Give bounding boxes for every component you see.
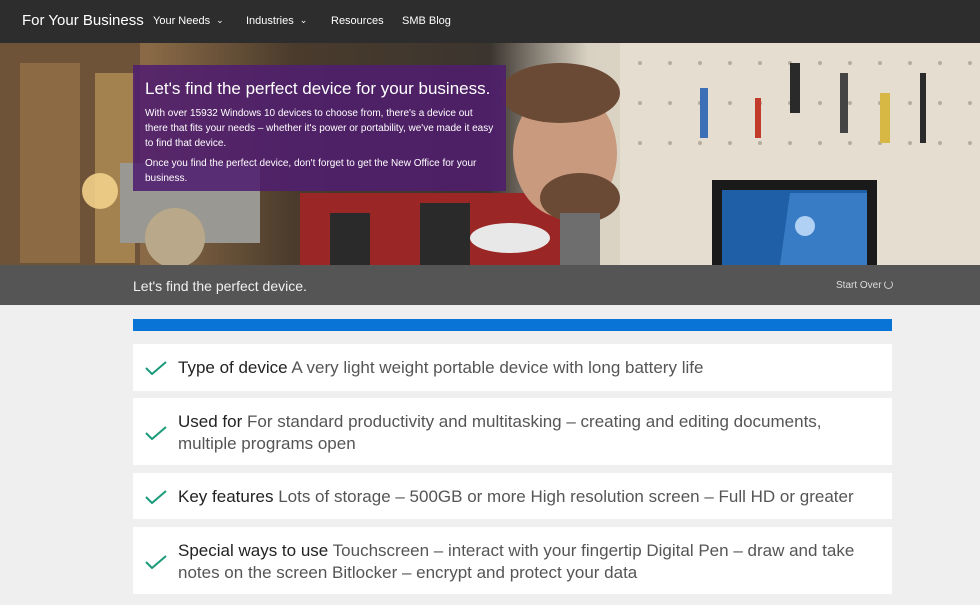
nav-label: Your Needs	[153, 15, 211, 27]
selection-value: A very light weight portable device with…	[291, 358, 704, 377]
nav-resources[interactable]: Resources	[331, 15, 384, 27]
nav-your-needs[interactable]: Your Needs ⌄	[153, 15, 224, 27]
chevron-down-icon: ⌄	[216, 15, 224, 25]
selection-label: Special ways to use	[178, 541, 329, 560]
nav-label: SMB Blog	[402, 15, 451, 27]
selection-value: For standard productivity and multitaski…	[178, 412, 822, 453]
nav-industries[interactable]: Industries ⌄	[246, 15, 307, 27]
selection-label: Key features	[178, 487, 274, 506]
checkmark-icon	[145, 555, 167, 569]
progress-fill	[133, 319, 892, 331]
hero-banner: Let's find the perfect device for your b…	[0, 43, 980, 265]
selection-card-used-for[interactable]: Used for For standard productivity and m…	[133, 398, 892, 465]
checkmark-icon	[145, 490, 167, 504]
checkmark-icon	[145, 361, 167, 375]
selection-text: Type of device A very light weight porta…	[178, 357, 862, 379]
checkmark-icon	[145, 426, 167, 440]
nav-smb-blog[interactable]: SMB Blog	[402, 15, 451, 27]
wizard-title: Let's find the perfect device.	[133, 278, 307, 294]
selection-text: Special ways to use Touchscreen – intera…	[178, 540, 862, 584]
selection-card-key-features[interactable]: Key features Lots of storage – 500GB or …	[133, 473, 892, 519]
promo-paragraph-2: Once you find the perfect device, don't …	[145, 158, 477, 184]
start-over-button[interactable]: Start Over	[836, 280, 893, 291]
promo-panel: Let's find the perfect device for your b…	[133, 65, 506, 191]
selection-text: Used for For standard productivity and m…	[178, 411, 862, 455]
brand-link[interactable]: For Your Business	[22, 12, 144, 29]
wizard-header: Let's find the perfect device. Start Ove…	[0, 265, 980, 305]
selection-label: Used for	[178, 412, 243, 431]
start-over-label: Start Over	[836, 280, 882, 291]
selection-value: Lots of storage – 500GB or more High res…	[278, 487, 854, 506]
selection-card-type-of-device[interactable]: Type of device A very light weight porta…	[133, 344, 892, 391]
chevron-down-icon: ⌄	[299, 15, 308, 25]
progress-bar	[133, 319, 892, 331]
nav-label: Resources	[331, 15, 384, 27]
selection-label: Type of device	[178, 358, 288, 377]
selection-text: Key features Lots of storage – 500GB or …	[178, 486, 862, 508]
top-nav: For Your Business Your Needs ⌄ Industries…	[0, 0, 980, 43]
promo-title: Let's find the perfect device for your b…	[145, 79, 491, 98]
selection-card-special-ways-to-use[interactable]: Special ways to use Touchscreen – intera…	[133, 527, 892, 594]
nav-label: Industries	[246, 15, 294, 27]
refresh-icon	[883, 280, 893, 289]
promo-paragraph-1: With over 15932 Windows 10 devices to ch…	[145, 108, 494, 149]
